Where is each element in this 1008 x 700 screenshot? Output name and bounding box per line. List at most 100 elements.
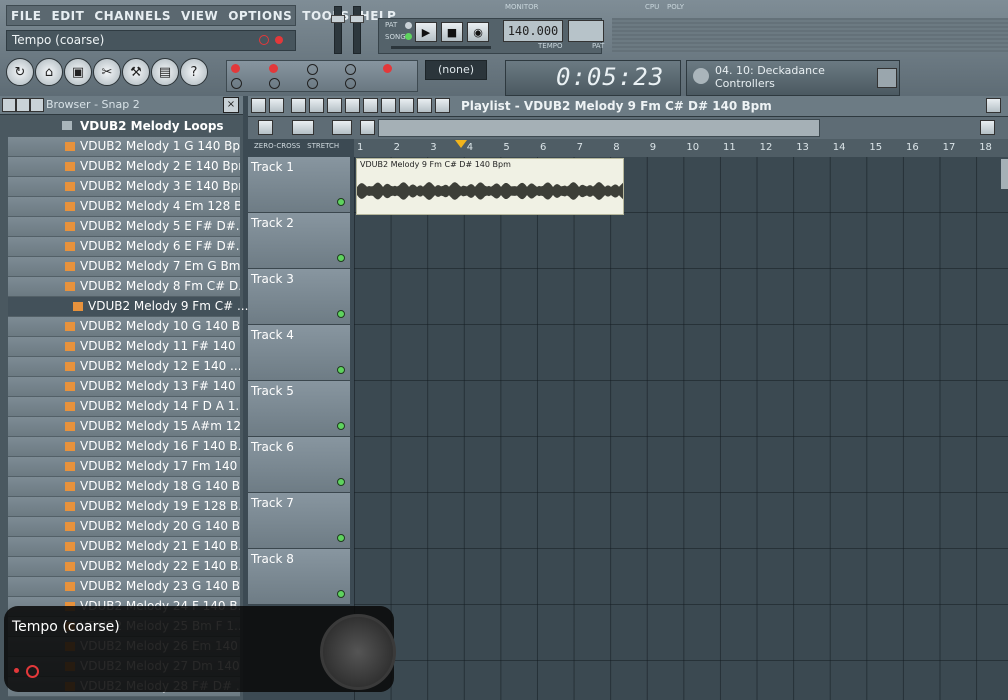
track-enable-led[interactable] xyxy=(337,366,345,374)
tempo-display[interactable]: 140.000 xyxy=(503,20,563,42)
browser-item[interactable]: VDUB2 Melody 4 Em 128 B... xyxy=(8,197,240,217)
bar-ruler[interactable]: 1 2 3 4 5 6 7 8 9 10 11 12 13 14 15 16 17 18 xyxy=(354,139,1008,157)
maximize-icon[interactable] xyxy=(986,98,1001,113)
browser-item[interactable]: VDUB2 Melody 7 Em G Bm... xyxy=(8,257,240,277)
undo-button[interactable]: ↻ xyxy=(6,58,34,86)
track-enable-led[interactable] xyxy=(337,534,345,542)
playlist-grid[interactable] xyxy=(354,157,1008,700)
speaker-icon[interactable] xyxy=(435,98,450,113)
loop-record-toggle[interactable] xyxy=(383,64,392,73)
browser-item[interactable]: VDUB2 Melody 13 F# 140 ... xyxy=(8,377,240,397)
paint-tool-icon[interactable] xyxy=(309,98,324,113)
track-enable-led[interactable] xyxy=(337,254,345,262)
browser-item[interactable]: VDUB2 Melody 17 Fm 140 ... xyxy=(8,457,240,477)
slice-tool-icon[interactable] xyxy=(363,98,378,113)
menu-edit[interactable]: EDIT xyxy=(52,9,85,23)
song-time-display[interactable]: 0:05:23 xyxy=(505,60,681,96)
scroll-right-icon[interactable] xyxy=(980,120,995,135)
browser-item[interactable]: VDUB2 Melody 20 G 140 B... xyxy=(8,517,240,537)
pat-mode-radio[interactable] xyxy=(405,22,412,29)
note-icon[interactable] xyxy=(332,120,352,135)
browser-item[interactable]: VDUB2 Melody 14 F D A 1... xyxy=(8,397,240,417)
track-header[interactable]: Track 6 xyxy=(248,437,350,493)
track-header[interactable]: Track 3 xyxy=(248,269,350,325)
song-mode-radio[interactable] xyxy=(405,33,412,40)
browser-item[interactable]: VDUB2 Melody 18 G 140 B... xyxy=(8,477,240,497)
browser-item[interactable]: VDUB2 Melody 3 E 140 Bpm xyxy=(8,177,240,197)
draw-tool-icon[interactable] xyxy=(291,98,306,113)
download-icon[interactable] xyxy=(877,68,897,88)
track-header[interactable]: Track 5 xyxy=(248,381,350,437)
multilink-toggle[interactable] xyxy=(345,78,356,89)
help-button[interactable]: ? xyxy=(180,58,208,86)
vertical-scrollbar[interactable] xyxy=(1001,159,1008,189)
track-header[interactable]: Track 2 xyxy=(248,213,350,269)
browser-item[interactable]: VDUB2 Melody 9 Fm C# ... xyxy=(8,297,248,317)
stretch-toggle[interactable]: STRETCH xyxy=(307,142,339,150)
browser-item[interactable]: VDUB2 Melody 12 E 140 ... xyxy=(8,357,240,377)
audio-clip[interactable]: VDUB2 Melody 9 Fm C# D# 140 Bpm xyxy=(356,158,624,215)
blend-toggle[interactable] xyxy=(269,78,280,89)
track-header[interactable]: Track 7 xyxy=(248,493,350,549)
tempo-knob[interactable] xyxy=(320,614,396,690)
browser-item[interactable]: VDUB2 Melody 22 E 140 B... xyxy=(8,557,240,577)
browser-item[interactable]: VDUB2 Melody 19 E 128 B... xyxy=(8,497,240,517)
browser-item[interactable]: VDUB2 Melody 2 E 140 Bpm xyxy=(8,157,240,177)
stop-button[interactable]: ■ xyxy=(441,22,463,42)
record-button[interactable]: ◉ xyxy=(467,22,489,42)
track-header[interactable]: Track 1 xyxy=(248,157,350,213)
wait-toggle[interactable] xyxy=(269,64,278,73)
track-enable-led[interactable] xyxy=(337,310,345,318)
select-tool-icon[interactable] xyxy=(381,98,396,113)
save-button[interactable]: ▣ xyxy=(64,58,92,86)
browser-folder[interactable]: VDUB2 Melody Loops xyxy=(0,116,243,136)
browser-item[interactable]: VDUB2 Melody 1 G 140 Bpm xyxy=(8,137,240,157)
plugin-picker[interactable]: 04. 10: Deckadance Controllers xyxy=(686,60,900,96)
browser-item[interactable]: VDUB2 Melody 8 Fm C# D... xyxy=(8,277,240,297)
mute-tool-icon[interactable] xyxy=(345,98,360,113)
scroll-left-icon[interactable] xyxy=(360,120,375,135)
playback-tool-icon[interactable] xyxy=(417,98,432,113)
play-button[interactable]: ▶ xyxy=(415,22,437,42)
song-position-slider[interactable] xyxy=(391,46,491,49)
master-pitch-fader[interactable] xyxy=(350,6,364,54)
metronome-toggle[interactable] xyxy=(231,64,240,73)
browser-item[interactable]: VDUB2 Melody 6 E F# D#... xyxy=(8,237,240,257)
browser-menu-icon[interactable] xyxy=(30,98,44,112)
browser-item[interactable]: VDUB2 Melody 11 F# 140 ... xyxy=(8,337,240,357)
zero-cross-toggle[interactable]: ZERO-CROSS xyxy=(254,142,300,150)
open-button[interactable]: ⌂ xyxy=(35,58,63,86)
playhead-marker-icon[interactable] xyxy=(455,140,467,148)
export-button[interactable]: ✂ xyxy=(93,58,121,86)
menu-options[interactable]: OPTIONS xyxy=(228,9,292,23)
delete-tool-icon[interactable] xyxy=(327,98,342,113)
browser-item[interactable]: VDUB2 Melody 21 E 140 B... xyxy=(8,537,240,557)
menu-channels[interactable]: CHANNELS xyxy=(94,9,171,23)
browser-back-icon[interactable] xyxy=(2,98,16,112)
browser-item[interactable]: VDUB2 Melody 5 E F# D#... xyxy=(8,217,240,237)
track-enable-led[interactable] xyxy=(337,422,345,430)
track-header[interactable]: Track 4 xyxy=(248,325,350,381)
playlist-title[interactable]: Playlist - VDUB2 Melody 9 Fm C# D# 140 B… xyxy=(461,99,772,113)
snap-icon[interactable] xyxy=(292,120,314,135)
browser-item[interactable]: VDUB2 Melody 23 G 140 B... xyxy=(8,577,240,597)
menu-view[interactable]: VIEW xyxy=(181,9,218,23)
playlist-menu-icon[interactable] xyxy=(251,98,266,113)
zoom-tool-icon[interactable] xyxy=(399,98,414,113)
browser-item[interactable]: VDUB2 Melody 10 G 140 B... xyxy=(8,317,240,337)
step-edit-toggle[interactable] xyxy=(345,64,356,75)
pattern-display[interactable] xyxy=(568,20,604,42)
track-enable-led[interactable] xyxy=(337,198,345,206)
browser-title[interactable]: Browser - Snap 2 xyxy=(46,98,140,111)
browser-item[interactable]: VDUB2 Melody 15 A#m 12... xyxy=(8,417,240,437)
master-volume-fader[interactable] xyxy=(331,6,345,54)
browser-up-icon[interactable] xyxy=(16,98,30,112)
auto-scroll-toggle[interactable] xyxy=(307,78,318,89)
magnet-icon[interactable] xyxy=(269,98,284,113)
countdown-toggle[interactable] xyxy=(231,78,242,89)
track-header[interactable]: Track 8 xyxy=(248,549,350,605)
typing-keyboard-toggle[interactable] xyxy=(307,64,318,75)
horizontal-scrollbar[interactable] xyxy=(378,119,820,137)
track-enable-led[interactable] xyxy=(337,590,345,598)
track-enable-led[interactable] xyxy=(337,478,345,486)
